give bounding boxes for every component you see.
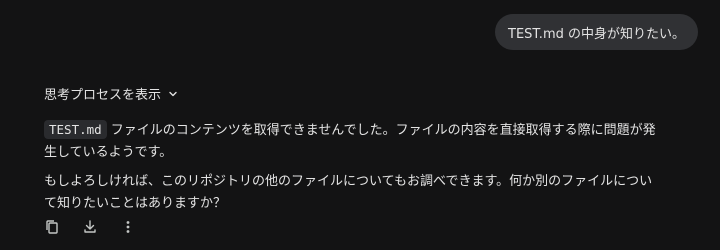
show-thinking-label: 思考プロセスを表示	[44, 88, 162, 103]
chat-page: TEST.md の中身が知りたい。 思考プロセスを表示 TEST.md ファイルの…	[0, 0, 720, 250]
download-icon	[82, 219, 98, 235]
copy-icon	[44, 219, 60, 235]
more-options-button[interactable]	[118, 217, 138, 237]
response-text: ファイルのコンテンツを取得できませんでした。ファイルの内容を直接取得する際に問題…	[44, 123, 656, 160]
assistant-response: TEST.md ファイルのコンテンツを取得できませんでした。ファイルの内容を直接取…	[44, 119, 664, 215]
chevron-down-icon	[167, 88, 179, 100]
user-message-text: TEST.md の中身が知りたい。	[508, 26, 685, 42]
response-actions	[42, 217, 138, 237]
more-vertical-icon	[120, 219, 136, 235]
response-paragraph: TEST.md ファイルのコンテンツを取得できませんでした。ファイルの内容を直接取…	[44, 119, 664, 164]
inline-code: TEST.md	[44, 120, 107, 139]
copy-button[interactable]	[42, 217, 62, 237]
download-button[interactable]	[80, 217, 100, 237]
user-message-bubble: TEST.md の中身が知りたい。	[495, 14, 698, 50]
response-paragraph: もしよろしければ、このリポジトリの他のファイルについてもお調べできます。何か別の…	[44, 174, 653, 211]
show-thinking-toggle[interactable]: 思考プロセスを表示	[44, 84, 179, 103]
